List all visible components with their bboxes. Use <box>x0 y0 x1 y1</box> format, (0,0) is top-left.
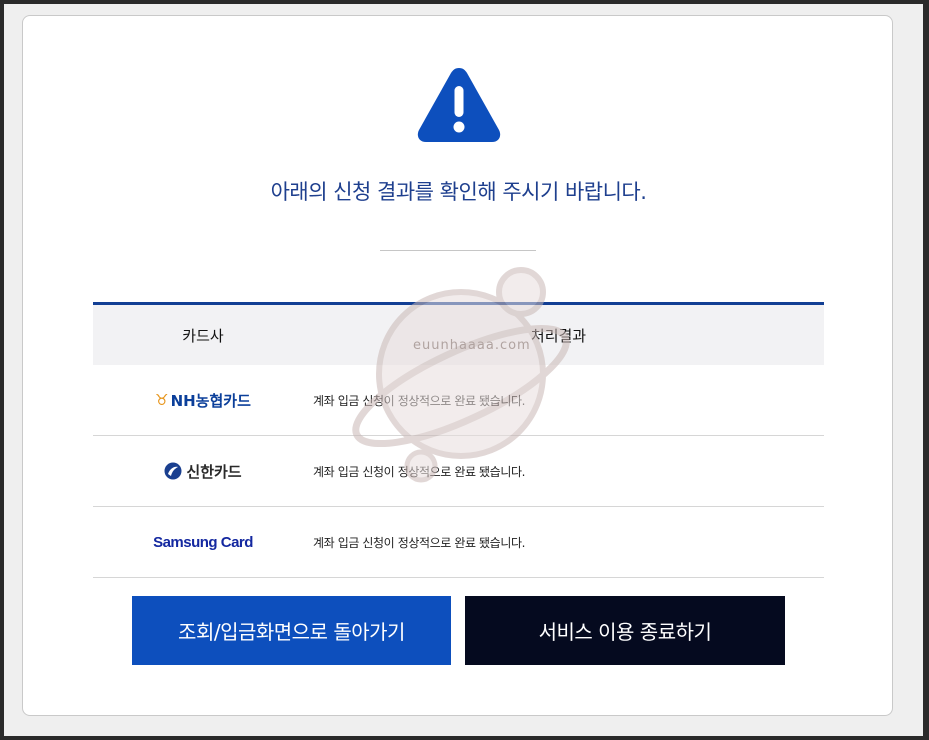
result-panel: 아래의 신청 결과를 확인해 주시기 바랍니다. 카드사 처리결과 ♉ NH농협… <box>22 15 893 716</box>
card-brand-cell: Samsung Card <box>93 534 313 551</box>
table-header: 카드사 처리결과 <box>93 302 824 365</box>
result-message: 계좌 입금 신청이 정상적으로 완료 됐습니다. <box>313 393 526 408</box>
nh-logo-icon: ♉ <box>155 391 169 409</box>
shinhan-logo-icon <box>164 462 182 480</box>
page-title: 아래의 신청 결과를 확인해 주시기 바랍니다. <box>270 180 647 204</box>
column-header-result: 처리결과 <box>530 326 587 345</box>
result-message: 계좌 입금 신청이 정상적으로 완료 됐습니다. <box>313 464 526 479</box>
card-brand-name: NH농협카드 <box>170 391 251 410</box>
result-message: 계좌 입금 신청이 정상적으로 완료 됐습니다. <box>313 535 526 550</box>
shinhan-card-logo: 신한카드 <box>164 461 242 482</box>
card-brand-cell: ♉ NH농협카드 <box>93 390 313 411</box>
back-to-inquiry-button[interactable]: 조회/입금화면으로 돌아가기 <box>132 596 451 665</box>
card-brand-name: 신한카드 <box>186 462 242 481</box>
table-row: 신한카드 계좌 입금 신청이 정상적으로 완료 됐습니다. <box>93 436 824 507</box>
column-header-card: 카드사 <box>182 326 224 345</box>
samsung-card-logo: Samsung Card <box>153 533 253 551</box>
window-frame: 아래의 신청 결과를 확인해 주시기 바랍니다. 카드사 처리결과 ♉ NH농협… <box>4 4 923 736</box>
warning-triangle-icon <box>417 68 501 142</box>
divider <box>380 250 536 251</box>
table-row: Samsung Card 계좌 입금 신청이 정상적으로 완료 됐습니다. <box>93 507 824 578</box>
exit-service-button[interactable]: 서비스 이용 종료하기 <box>465 596 785 665</box>
card-brand-cell: 신한카드 <box>93 461 313 482</box>
table-row: ♉ NH농협카드 계좌 입금 신청이 정상적으로 완료 됐습니다. <box>93 365 824 436</box>
nh-card-logo: ♉ NH농협카드 <box>155 390 251 411</box>
result-table: 카드사 처리결과 ♉ NH농협카드 계좌 입금 신청이 정상적으로 완료 됐습니… <box>93 302 824 578</box>
